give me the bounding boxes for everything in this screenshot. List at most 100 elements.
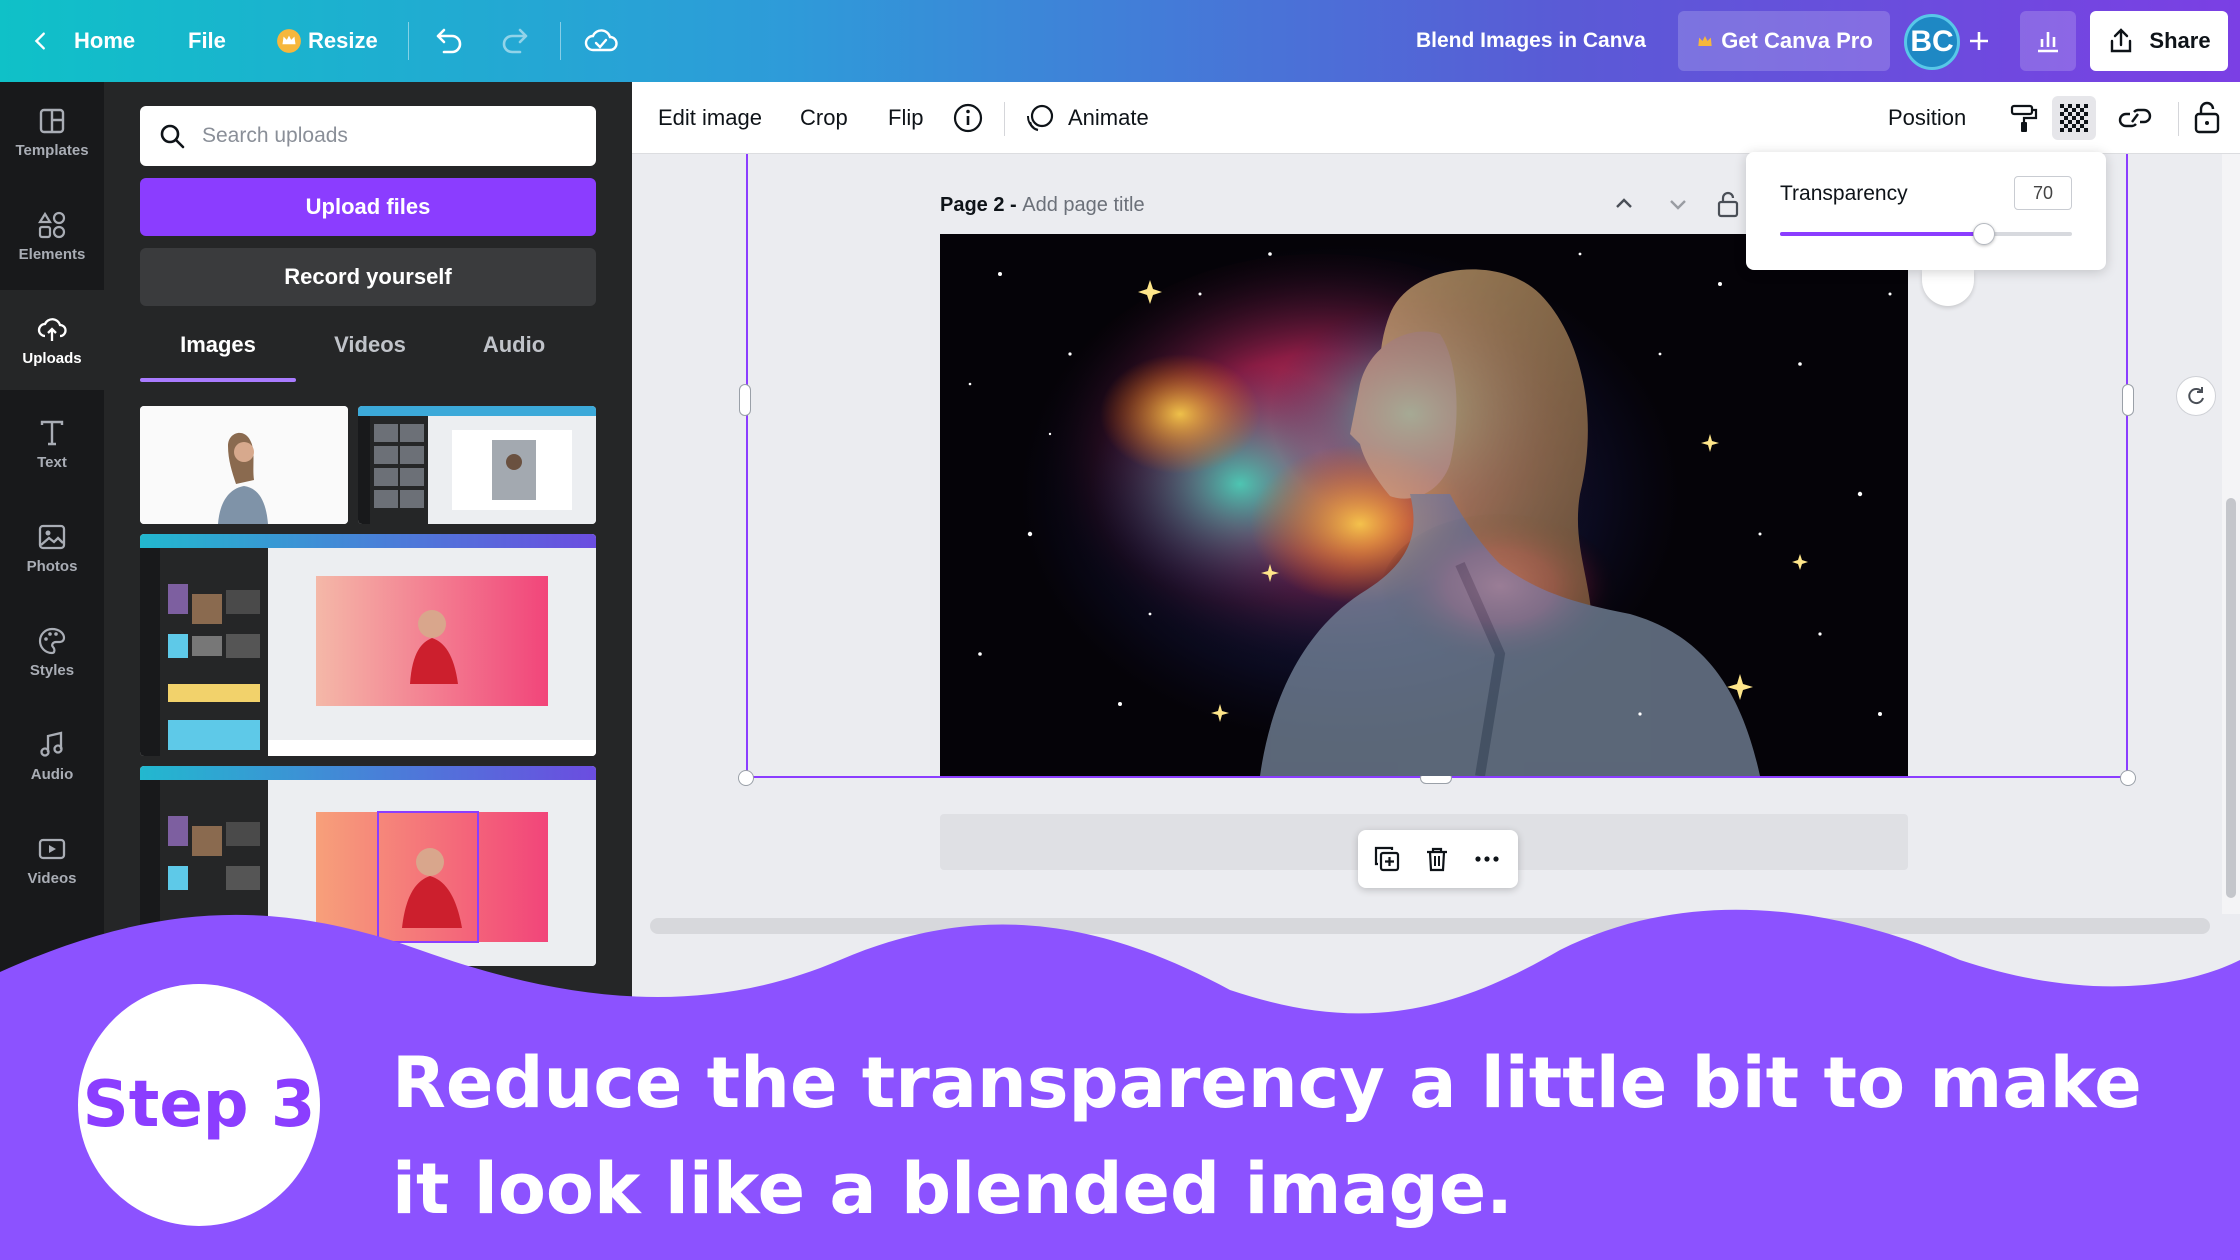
- music-note-icon: [40, 731, 63, 757]
- rotate-handle[interactable]: [2176, 376, 2216, 416]
- canva-baby-selection-thumbnail-image: [140, 766, 596, 966]
- templates-icon: [39, 108, 65, 133]
- active-tab-indicator: [140, 378, 296, 382]
- divider: [560, 22, 561, 60]
- home-label: Home: [74, 28, 136, 53]
- resize-handle-bottom-left[interactable]: [738, 770, 754, 786]
- rail-item-uploads[interactable]: Uploads: [0, 290, 104, 390]
- canva-screenshot-thumbnail-image: [358, 406, 596, 524]
- blended-nebula-woman-image[interactable]: [940, 234, 1908, 776]
- duplicate-page-icon[interactable]: [1372, 844, 1402, 874]
- resize-handle-right[interactable]: [2122, 384, 2134, 416]
- link-icon[interactable]: [2118, 102, 2152, 134]
- slider-knob[interactable]: [1973, 223, 1996, 245]
- vertical-scrollbar[interactable]: [2222, 154, 2240, 914]
- flip-label: Flip: [888, 105, 924, 130]
- page-lock-icon[interactable]: [1716, 190, 1740, 218]
- delete-page-icon[interactable]: [1422, 844, 1452, 874]
- transparency-value-input[interactable]: 70: [2014, 176, 2072, 210]
- divider: [1004, 102, 1005, 136]
- search-input[interactable]: [200, 106, 580, 166]
- plus-icon: [1970, 32, 1988, 50]
- resize-button[interactable]: Resize: [276, 0, 378, 82]
- upload-thumbnail[interactable]: [140, 766, 596, 966]
- rail-label: Text: [37, 453, 67, 471]
- scrollbar-thumb[interactable]: [2226, 498, 2236, 898]
- bar-chart-icon: [2038, 32, 2058, 53]
- document-title[interactable]: Blend Images in Canva: [1416, 0, 1646, 82]
- rail-item-styles[interactable]: Styles: [0, 602, 104, 702]
- upload-files-button[interactable]: Upload files: [140, 178, 596, 236]
- get-canva-pro-button[interactable]: Get Canva Pro: [1678, 11, 1890, 71]
- page-label: Page 2 - Add page title: [940, 194, 1145, 217]
- insights-button[interactable]: [2020, 11, 2076, 71]
- edit-image-label: Edit image: [658, 105, 762, 130]
- crop-label: Crop: [800, 105, 848, 130]
- record-yourself-label: Record yourself: [284, 264, 452, 289]
- tab-label: Audio: [482, 332, 546, 357]
- transparency-popover: Transparency 70: [1746, 152, 2106, 270]
- share-button[interactable]: Share: [2090, 11, 2228, 71]
- share-upload-icon: [2111, 28, 2132, 53]
- resize-handle-left[interactable]: [739, 384, 751, 416]
- text-icon: [40, 420, 64, 445]
- add-collaborator-button[interactable]: [1962, 11, 1996, 71]
- flip-button[interactable]: Flip: [888, 82, 923, 154]
- animate-button[interactable]: Animate: [1024, 82, 1149, 154]
- horizontal-scrollbar[interactable]: [650, 918, 2210, 934]
- rail-item-text[interactable]: Text: [0, 394, 104, 494]
- upload-files-label: Upload files: [305, 194, 431, 219]
- paint-roller-icon[interactable]: [2008, 102, 2040, 134]
- upload-thumbnail[interactable]: [358, 406, 596, 524]
- cloud-saved-icon[interactable]: [584, 26, 618, 54]
- avatar-initials: BC: [1910, 25, 1954, 58]
- page-title-input[interactable]: Add page title: [1022, 194, 1144, 216]
- tab-images[interactable]: Images: [140, 332, 296, 372]
- document-title-text: Blend Images in Canva: [1416, 29, 1646, 52]
- share-label: Share: [2149, 28, 2211, 53]
- rail-item-audio[interactable]: Audio: [0, 706, 104, 806]
- info-icon[interactable]: [952, 102, 984, 134]
- rotate-icon: [2188, 387, 2204, 405]
- search-icon: [160, 124, 185, 149]
- rail-label: Templates: [15, 141, 89, 159]
- record-yourself-button[interactable]: Record yourself: [140, 248, 596, 306]
- video-icon: [38, 838, 66, 859]
- step-label: Step 3: [82, 1068, 316, 1142]
- rail-item-videos[interactable]: Videos: [0, 810, 104, 910]
- more-options-icon[interactable]: [1472, 844, 1502, 874]
- chevron-down-icon[interactable]: [1666, 192, 1690, 216]
- file-menu[interactable]: File: [188, 0, 226, 82]
- upload-thumbnail[interactable]: [140, 406, 348, 524]
- transparency-label: Transparency: [1780, 182, 1908, 205]
- rail-label: Styles: [29, 661, 75, 679]
- crop-button[interactable]: Crop: [800, 82, 848, 154]
- resize-handle-bottom-right[interactable]: [2120, 770, 2136, 786]
- upload-thumbnail[interactable]: [140, 534, 596, 756]
- rail-item-elements[interactable]: Elements: [0, 186, 104, 286]
- position-button[interactable]: Position: [1888, 82, 1966, 154]
- home-button[interactable]: Home: [30, 0, 135, 82]
- tab-videos[interactable]: Videos: [300, 332, 440, 372]
- crown-icon: [1698, 36, 1712, 46]
- transparency-slider[interactable]: [1780, 223, 2072, 245]
- search-box[interactable]: [140, 106, 596, 166]
- resize-label: Resize: [308, 28, 378, 53]
- step-badge: Step 3: [78, 984, 320, 1226]
- page-actions-toolbar: [1358, 830, 1518, 888]
- transparency-button[interactable]: [2052, 96, 2096, 140]
- file-label: File: [188, 28, 226, 53]
- chevron-up-icon[interactable]: [1612, 192, 1636, 216]
- lock-icon[interactable]: [2192, 100, 2222, 134]
- tab-audio[interactable]: Audio: [444, 332, 584, 372]
- redo-icon[interactable]: [500, 26, 532, 56]
- edit-image-button[interactable]: Edit image: [658, 82, 762, 154]
- rail-item-photos[interactable]: Photos: [0, 498, 104, 598]
- undo-icon[interactable]: [432, 26, 464, 56]
- avatar[interactable]: BC: [1904, 14, 1960, 70]
- artboard-page-2[interactable]: [940, 234, 1908, 776]
- elements-icon: [38, 211, 66, 238]
- rail-item-templates[interactable]: Templates: [0, 82, 104, 182]
- position-label: Position: [1888, 105, 1967, 130]
- rail-label: Elements: [18, 245, 86, 263]
